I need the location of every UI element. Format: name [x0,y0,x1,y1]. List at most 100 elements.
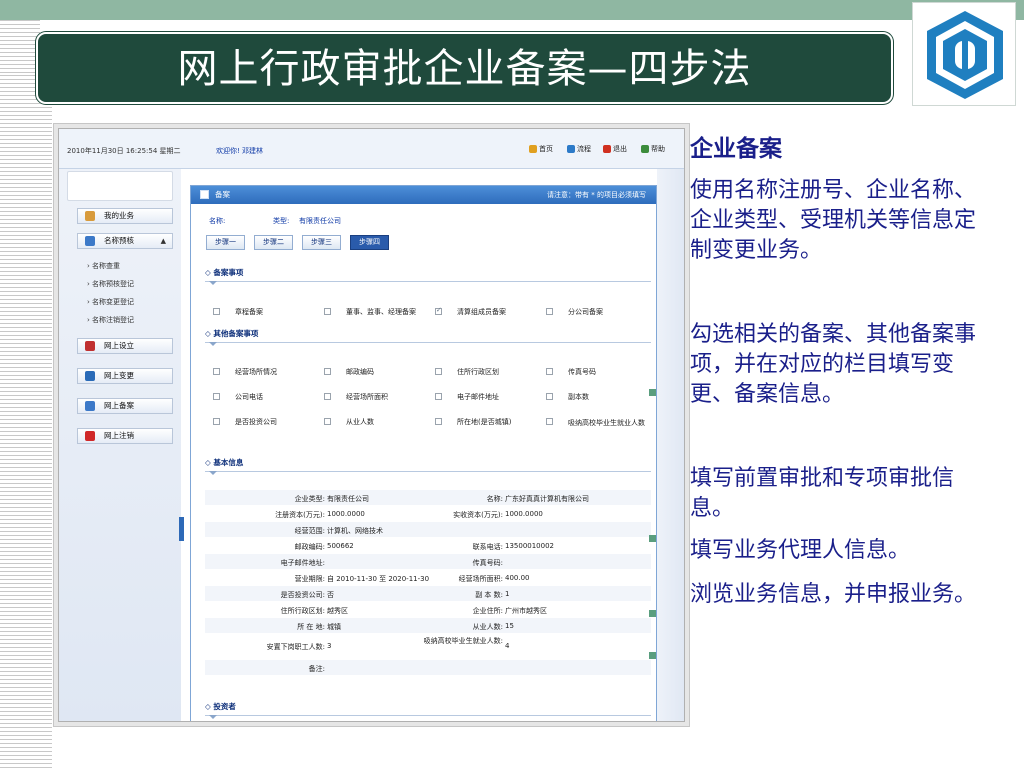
logo [912,2,1016,106]
table-row: 是否投资公司: 否副 本 数: 1 [205,586,651,602]
welcome-text: 欢迎你! 邓建林 [216,147,264,155]
checkbox[interactable] [546,308,553,315]
checkbox[interactable] [213,368,220,375]
sidebar-item-name-precheck[interactable]: 名称预核 ▲ [77,233,173,249]
sidebar-item-online-change[interactable]: 网上变更 [77,368,173,384]
tab-step-2[interactable]: 步骤二 [254,235,293,250]
sidebar-item-online-cancel[interactable]: 网上注销 [77,428,173,444]
checkbox[interactable] [435,393,442,400]
app-header: 2010年11月30日 16:25:54 星期二 欢迎你! 邓建林 首页 流程 … [59,129,684,169]
sidebar-item-my-business[interactable]: 我的业务 [77,208,173,224]
filing-item-label: 章程备案 [235,308,263,316]
checkbox[interactable] [213,393,220,400]
checkbox[interactable] [324,368,331,375]
nav-label: 流程 [577,145,591,153]
right-paragraph-3: 填写前置审批和专项审批信息。 [690,466,955,521]
decorative-lines [0,75,52,768]
app-screenshot: 2010年11月30日 16:25:54 星期二 欢迎你! 邓建林 首页 流程 … [58,128,685,722]
tab-step-1[interactable]: 步骤一 [206,235,245,250]
sidebar-item-label: 我的业务 [104,211,134,220]
other-item-label: 是否投资公司 [235,418,277,426]
type-value: 有限责任公司 [299,217,341,225]
checkbox[interactable] [546,418,553,425]
checkbox[interactable] [213,418,220,425]
nav-label: 退出 [613,145,627,153]
nav-label: 首页 [539,145,553,153]
logout-icon [603,145,611,153]
other-item-label: 公司电话 [235,393,263,401]
status-marker [649,535,656,542]
nav-logout[interactable]: 退出 [603,144,627,154]
panel-title: 备案 [215,190,230,199]
filing-item-label: 分公司备案 [568,308,603,316]
filing-item-label: 董事、监事、经理备案 [346,308,416,316]
panel-hint: 请注意：带有 * 的项目必须填写 [547,191,646,199]
slide-title-box: 网上行政审批企业备案—四步法 [36,32,893,104]
status-marker [649,652,656,659]
other-item-label: 从业人数 [346,418,374,426]
other-item-label: 电子邮件地址 [457,393,499,401]
sidebar-header [67,171,173,201]
checkbox[interactable] [324,393,331,400]
sub-item[interactable]: › 名称查重 [87,261,120,271]
other-item-label: 所在地(是否城镇) [457,418,512,426]
checkbox[interactable] [213,308,220,315]
logo-icon [927,11,1003,99]
edit-icon [85,371,95,381]
section-basic: ◇ 基本信息 [205,454,651,475]
nav-home[interactable]: 首页 [529,144,553,154]
right-gutter [657,169,684,721]
type-label: 类型: [273,217,290,225]
table-row: 电子邮件地址: 传真号码: [205,554,651,570]
other-item-label: 住所行政区划 [457,368,499,376]
slide-title: 网上行政审批企业备案—四步法 [177,46,752,92]
checkbox-icon [200,190,209,199]
status-marker [649,389,656,396]
filing-icon [85,401,95,411]
table-row: 住所行政区划: 越秀区 企业住所: 广州市越秀区 [205,602,651,618]
checkbox[interactable] [546,368,553,375]
sidebar-item-online-setup[interactable]: 网上设立 [77,338,173,354]
panel-header: 备案 请注意：带有 * 的项目必须填写 [191,186,656,204]
user-group-icon [85,236,95,246]
section-filing: ◇ 备案事项 [205,264,651,285]
other-item-label: 经营场所面积 [346,393,388,401]
checkbox[interactable] [324,308,331,315]
tab-step-4[interactable]: 步骤四 [350,235,389,250]
flow-icon [567,145,575,153]
sidebar-item-label: 名称预核 [104,236,134,245]
table-row: 企业类型: 有限责任公司 名称: 广东好真真计算机有限公司 [205,490,651,506]
sidebar-item-label: 网上备案 [104,401,134,410]
filing-panel: 备案 请注意：带有 * 的项目必须填写 名称: 类型: 有限责任公司 步骤一 步… [190,185,657,721]
help-icon [641,145,649,153]
right-paragraph-1: 使用名称注册号、企业名称、企业类型、受理机关等信息定制变更业务。 [690,178,977,263]
right-heading: 企业备案 [690,136,782,162]
datetime: 2010年11月30日 16:25:54 星期二 [67,147,181,155]
sub-item[interactable]: › 名称注销登记 [87,315,134,325]
checkbox[interactable] [546,393,553,400]
top-color-band [0,0,1024,20]
nav-flow[interactable]: 流程 [567,144,591,154]
status-marker [649,610,656,617]
checkbox[interactable] [435,418,442,425]
section-other: ◇ 其他备案事项 [205,325,651,346]
right-paragraph-5: 浏览业务信息，并申报业务。 [690,582,977,607]
right-paragraph-2: 勾选相关的备案、其他备案事项，并在对应的栏目填写变更、备案信息。 [690,322,977,407]
name-label: 名称: [209,217,226,225]
tab-step-3[interactable]: 步骤三 [302,235,341,250]
table-row: 备注: [205,660,651,676]
setup-icon [85,341,95,351]
nav-help[interactable]: 帮助 [641,144,665,154]
nav-label: 帮助 [651,145,665,153]
checkbox[interactable] [324,418,331,425]
table-row: 营业期限: 自 2010-11-30 至 2020-11-30 经营场所面积: 400… [205,570,651,586]
checkbox[interactable] [435,368,442,375]
sub-item[interactable]: › 名称预核登记 [87,279,134,289]
sidebar-item-online-filing[interactable]: 网上备案 [77,398,173,414]
other-item-label: 经营场所情况 [235,368,277,376]
checkbox-checked[interactable] [435,306,442,315]
other-item-label: 副本数 [568,393,589,401]
decorative-lines [0,20,40,75]
sidebar-collapse-handle[interactable] [179,517,184,541]
sub-item[interactable]: › 名称变更登记 [87,297,134,307]
